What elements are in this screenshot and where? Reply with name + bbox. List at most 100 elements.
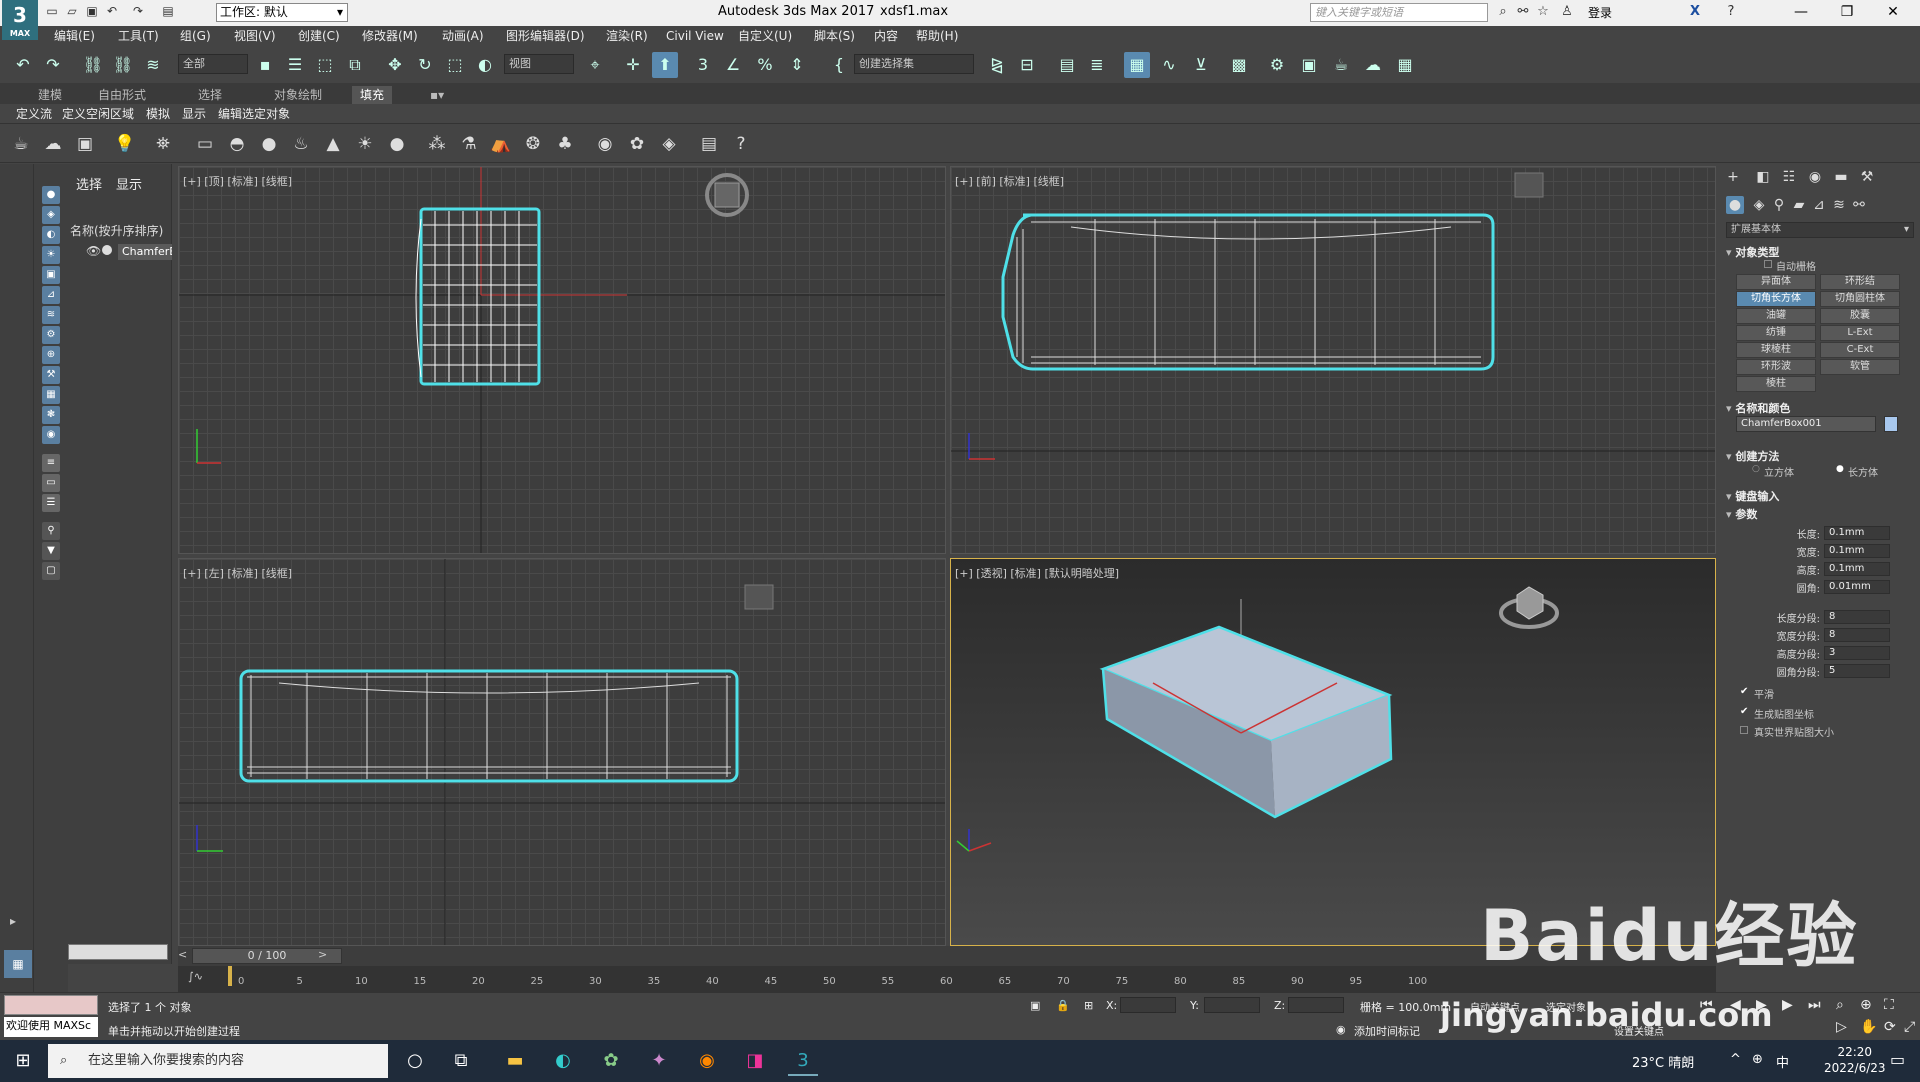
scene-column-header[interactable]: 名称(按升序排序) (68, 222, 163, 239)
star-icon[interactable]: ☆ (1534, 3, 1552, 21)
network-tray-icon[interactable]: ⊕ (1752, 1052, 1763, 1067)
expand-arrow-icon[interactable]: ▸ (10, 914, 16, 928)
tab-populate[interactable]: 填充 (352, 86, 393, 104)
autogrid-checkbox[interactable] (1764, 260, 1772, 268)
cortana-icon[interactable]: ○ (400, 1046, 430, 1076)
folder-icon[interactable]: ▢ (42, 562, 60, 580)
btn-spindle[interactable]: 纺锤 (1736, 325, 1816, 341)
color-palette-icon[interactable]: ✿ (624, 131, 650, 157)
gen-map-checkbox[interactable]: ✔ (1740, 706, 1748, 717)
clock[interactable]: 22:20 2022/6/23 (1824, 1044, 1886, 1076)
particles-icon[interactable]: ⁂ (424, 131, 450, 157)
motion-tab-icon[interactable]: ◉ (1806, 168, 1824, 186)
pan-icon[interactable]: ✋ (1860, 1019, 1877, 1035)
app-icon-3[interactable]: ◨ (740, 1046, 770, 1076)
display-lights-icon[interactable]: ☀ (42, 246, 60, 264)
login-link[interactable]: 登录 (1588, 4, 1612, 21)
app-icon-1[interactable]: ✿ (596, 1046, 626, 1076)
render-sphere-icon[interactable]: ◉ (592, 131, 618, 157)
width-segs-spinner[interactable]: 8 (1824, 628, 1890, 642)
maximize-viewport-icon[interactable]: ⤢ (1904, 1019, 1915, 1035)
plant-icon[interactable]: ♣ (552, 131, 578, 157)
light-icon[interactable]: 💡 (112, 131, 138, 157)
layer-explorer-icon[interactable]: ▤ (1054, 52, 1080, 78)
mirror-icon[interactable]: ⧎ (984, 52, 1010, 78)
display-frozen-icon[interactable]: ◉ (42, 426, 60, 444)
workspace-dropdown[interactable]: 工作区: 默认 ▾ (216, 3, 348, 22)
object-color-swatch[interactable] (1884, 416, 1898, 432)
layers-icon[interactable]: ≣ (1084, 52, 1110, 78)
define-flows-button[interactable]: 定义流 (16, 105, 52, 123)
lights-icon[interactable]: ⚲ (1770, 196, 1788, 214)
btn-lext[interactable]: L-Ext (1820, 325, 1900, 341)
settings-icon[interactable]: ▤ (696, 131, 722, 157)
display-cameras-icon[interactable]: ▣ (42, 266, 60, 284)
scene-scrollbar[interactable] (68, 944, 168, 960)
time-cursor[interactable] (228, 966, 232, 986)
tab-selection[interactable]: 选择 (198, 86, 222, 104)
display-groups-icon[interactable]: ⚙ (42, 326, 60, 344)
spacewarps-icon[interactable]: ≋ (1830, 196, 1848, 214)
radio-box[interactable]: ● (1836, 464, 1844, 474)
align-icon[interactable]: ⊟ (1014, 52, 1040, 78)
viewport-label-left[interactable]: [+] [左] [标准] [线框] (183, 565, 292, 581)
tab-object-paint[interactable]: 对象绘制 (274, 86, 322, 104)
undo-icon[interactable]: ↶ (10, 52, 36, 78)
selection-filter-dropdown[interactable]: 全部 (178, 54, 248, 74)
rollout-parameters[interactable]: 参数 (1726, 506, 1757, 522)
camera-rig-icon[interactable]: ⛯ (150, 131, 176, 157)
add-time-tag[interactable]: 添加时间标记 (1354, 1023, 1420, 1039)
create-tab-icon[interactable]: + (1724, 168, 1742, 186)
scene-tab-select[interactable]: 选择 (76, 174, 102, 193)
menu-views[interactable]: 视图(V) (234, 26, 276, 46)
real-world-checkbox[interactable] (1740, 726, 1748, 734)
spinner-snap-icon[interactable]: ⇕ (784, 52, 810, 78)
sphere-icon[interactable]: ● (256, 131, 282, 157)
simulate-button[interactable]: 模拟 (146, 105, 170, 123)
file-explorer-icon[interactable]: ▬ (500, 1046, 530, 1076)
a360-icon[interactable]: ▦ (1392, 52, 1418, 78)
restore-button[interactable]: ❐ (1824, 0, 1870, 26)
new-file-icon[interactable]: ▭ (44, 3, 60, 19)
length-segs-spinner[interactable]: 8 (1824, 610, 1890, 624)
x-coordinate-field[interactable] (1120, 997, 1176, 1013)
display-objects-icon[interactable]: ● (42, 186, 60, 204)
category-dropdown[interactable]: 扩展基本体 ▾ (1726, 222, 1914, 238)
windows-start-icon[interactable]: ⊞ (8, 1046, 38, 1076)
link-icon[interactable]: ⛓ (80, 52, 106, 78)
menu-modifiers[interactable]: 修改器(M) (362, 26, 418, 46)
image-icon[interactable]: ▣ (72, 131, 98, 157)
next-key-icon[interactable]: ▶ (1782, 997, 1793, 1013)
display-button[interactable]: 显示 (182, 105, 206, 123)
close-button[interactable]: ✕ (1870, 0, 1916, 26)
ribbon-options-icon[interactable]: ▪▾ (430, 86, 444, 104)
btn-oiltank[interactable]: 油罐 (1736, 308, 1816, 324)
fillet-spinner[interactable]: 0.01mm (1824, 580, 1890, 594)
tab-freeform[interactable]: 自由形式 (98, 86, 146, 104)
material-editor-icon[interactable]: ▩ (1226, 52, 1252, 78)
btn-capsule[interactable]: 胶囊 (1820, 308, 1900, 324)
save-icon[interactable]: ▣ (84, 3, 100, 19)
pot-icon[interactable]: ♨ (288, 131, 314, 157)
schematic-view-icon[interactable]: ⊻ (1188, 52, 1214, 78)
open-file-icon[interactable]: ▱ (64, 3, 80, 19)
add-time-tag-icon[interactable]: ◉ (1336, 1023, 1346, 1036)
scene-tab-display[interactable]: 显示 (116, 174, 142, 193)
curve-editor-icon[interactable]: ∿ (1156, 52, 1182, 78)
select-manipulate-icon[interactable]: ✛ (620, 52, 646, 78)
render-setup-icon[interactable]: ⚙ (1264, 52, 1290, 78)
viewport-top[interactable]: [+] [顶] [标准] [线框] (178, 166, 946, 554)
utilities-tab-icon[interactable]: ⚒ (1858, 168, 1876, 186)
pivot-center-icon[interactable]: ⌖ (582, 52, 608, 78)
menu-scripting[interactable]: 脚本(S) (814, 26, 855, 46)
viewport-label-persp[interactable]: [+] [透视] [标准] [默认明暗处理] (955, 565, 1119, 581)
viewport-layout-icon[interactable]: ▦ (4, 950, 32, 978)
undo-icon[interactable]: ↶ (104, 3, 120, 19)
tab-modeling[interactable]: 建模 (38, 86, 62, 104)
firefox-icon[interactable]: ◉ (692, 1046, 722, 1076)
zoom-all-icon[interactable]: ⊕ (1860, 997, 1872, 1013)
btn-torus-knot[interactable]: 环形结 (1820, 274, 1900, 290)
sun-icon[interactable]: ☀ (352, 131, 378, 157)
snaps-toggle-icon[interactable]: 3 (690, 52, 716, 78)
rect-selection-icon[interactable]: ⬚ (312, 52, 338, 78)
